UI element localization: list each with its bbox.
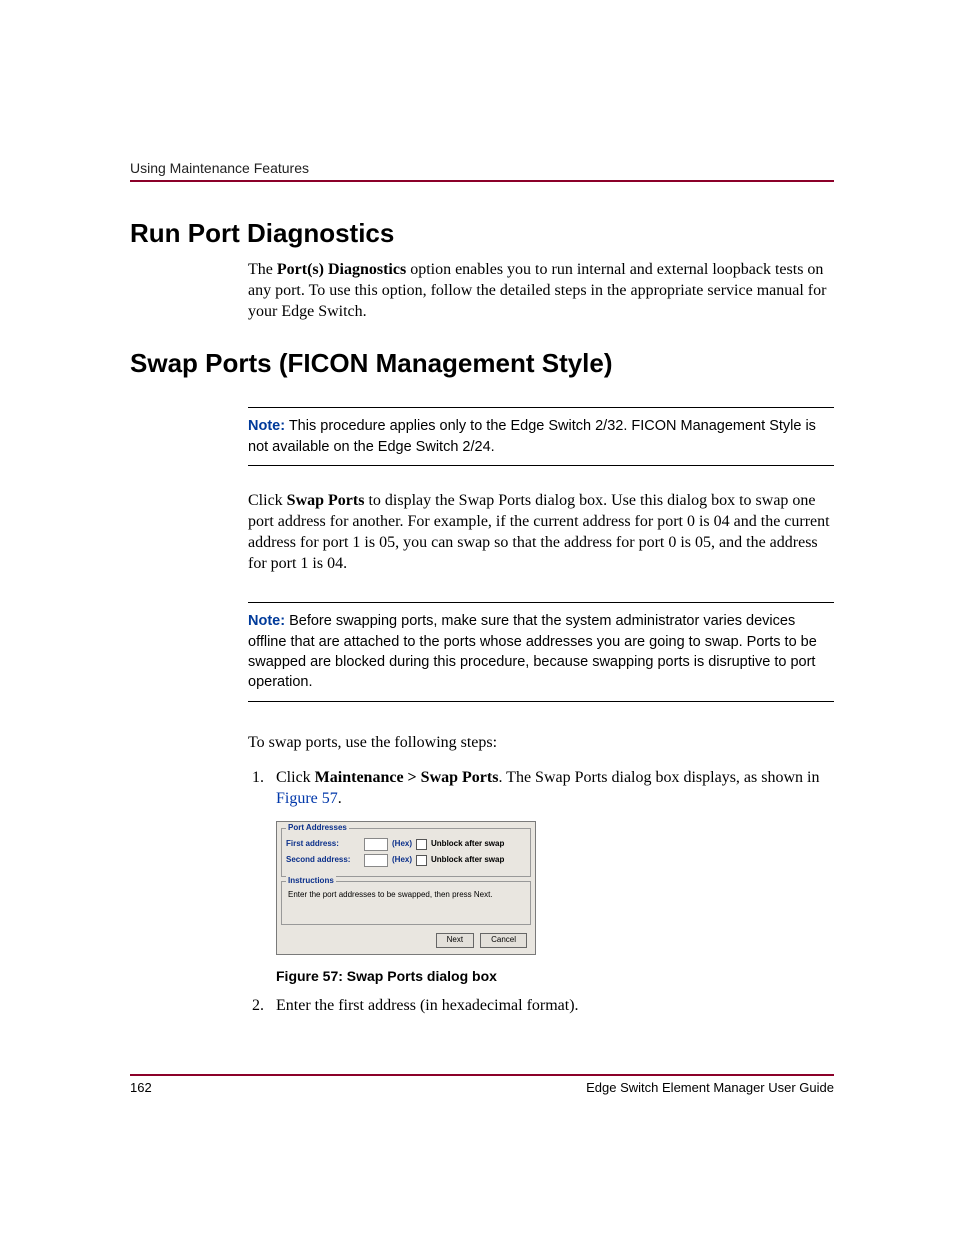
heading-swap-ports: Swap Ports (FICON Management Style) (130, 348, 834, 379)
note-1: Note: This procedure applies only to the… (248, 416, 834, 457)
swap-ports-dialog: Port Addresses First address: (Hex) Unbl… (276, 821, 536, 955)
text: The (248, 261, 277, 278)
swap-ports-paragraph: Click Swap Ports to display the Swap Por… (248, 490, 834, 574)
second-address-input[interactable] (364, 854, 388, 867)
page-number: 162 (130, 1080, 152, 1095)
second-address-label: Second address: (286, 855, 360, 866)
figure-link[interactable]: Figure 57 (276, 790, 338, 807)
text: Click (248, 492, 287, 509)
note-separator (248, 407, 834, 408)
page: Using Maintenance Features Run Port Diag… (0, 0, 954, 1235)
unblock-label: Unblock after swap (431, 855, 504, 866)
text: . The Swap Ports dialog box displays, as… (498, 769, 819, 786)
hex-label: (Hex) (392, 839, 412, 850)
note-separator (248, 602, 834, 603)
next-button[interactable]: Next (436, 933, 474, 948)
dialog-button-row: Next Cancel (281, 929, 531, 950)
first-address-input[interactable] (364, 838, 388, 851)
running-header: Using Maintenance Features (130, 160, 834, 176)
unblock-checkbox-1[interactable] (416, 839, 427, 850)
steps-lead: To swap ports, use the following steps: (248, 732, 834, 753)
first-address-label: First address: (286, 839, 360, 850)
instructions-group: Instructions Enter the port addresses to… (281, 881, 531, 926)
note-2: Note: Before swapping ports, make sure t… (248, 611, 834, 692)
bold-text: Maintenance > Swap Ports (315, 769, 499, 786)
note-separator (248, 465, 834, 466)
note-separator (248, 701, 834, 702)
note-label: Note: (248, 418, 285, 434)
footer-rule (130, 1074, 834, 1076)
step-1: Click Maintenance > Swap Ports. The Swap… (268, 767, 834, 986)
note-label: Note: (248, 613, 285, 629)
bold-text: Port(s) Diagnostics (277, 261, 406, 278)
section1-paragraph: The Port(s) Diagnostics option enables y… (248, 259, 834, 322)
steps-list: Click Maintenance > Swap Ports. The Swap… (248, 767, 834, 1017)
step-2: Enter the first address (in hexadecimal … (268, 995, 834, 1016)
group-legend: Port Addresses (286, 823, 349, 834)
section1-body: The Port(s) Diagnostics option enables y… (248, 259, 834, 322)
text: . (338, 790, 342, 807)
text: Click (276, 769, 315, 786)
unblock-label: Unblock after swap (431, 839, 504, 850)
page-footer: 162 Edge Switch Element Manager User Gui… (130, 1074, 834, 1095)
second-address-row: Second address: (Hex) Unblock after swap (286, 854, 526, 867)
bold-text: Swap Ports (287, 492, 365, 509)
guide-title: Edge Switch Element Manager User Guide (586, 1080, 834, 1095)
swap-ports-dialog-figure: Port Addresses First address: (Hex) Unbl… (276, 821, 536, 955)
figure-caption: Figure 57: Swap Ports dialog box (276, 967, 834, 985)
first-address-row: First address: (Hex) Unblock after swap (286, 838, 526, 851)
instructions-text: Enter the port addresses to be swapped, … (286, 888, 526, 919)
header-rule (130, 180, 834, 182)
unblock-checkbox-2[interactable] (416, 855, 427, 866)
cancel-button[interactable]: Cancel (480, 933, 527, 948)
heading-run-port-diagnostics: Run Port Diagnostics (130, 218, 834, 249)
group-legend: Instructions (286, 876, 336, 887)
hex-label: (Hex) (392, 855, 412, 866)
note-body: Before swapping ports, make sure that th… (248, 613, 817, 690)
note-body: This procedure applies only to the Edge … (248, 418, 816, 454)
section2-body: Note: This procedure applies only to the… (248, 407, 834, 1016)
port-addresses-group: Port Addresses First address: (Hex) Unbl… (281, 828, 531, 877)
